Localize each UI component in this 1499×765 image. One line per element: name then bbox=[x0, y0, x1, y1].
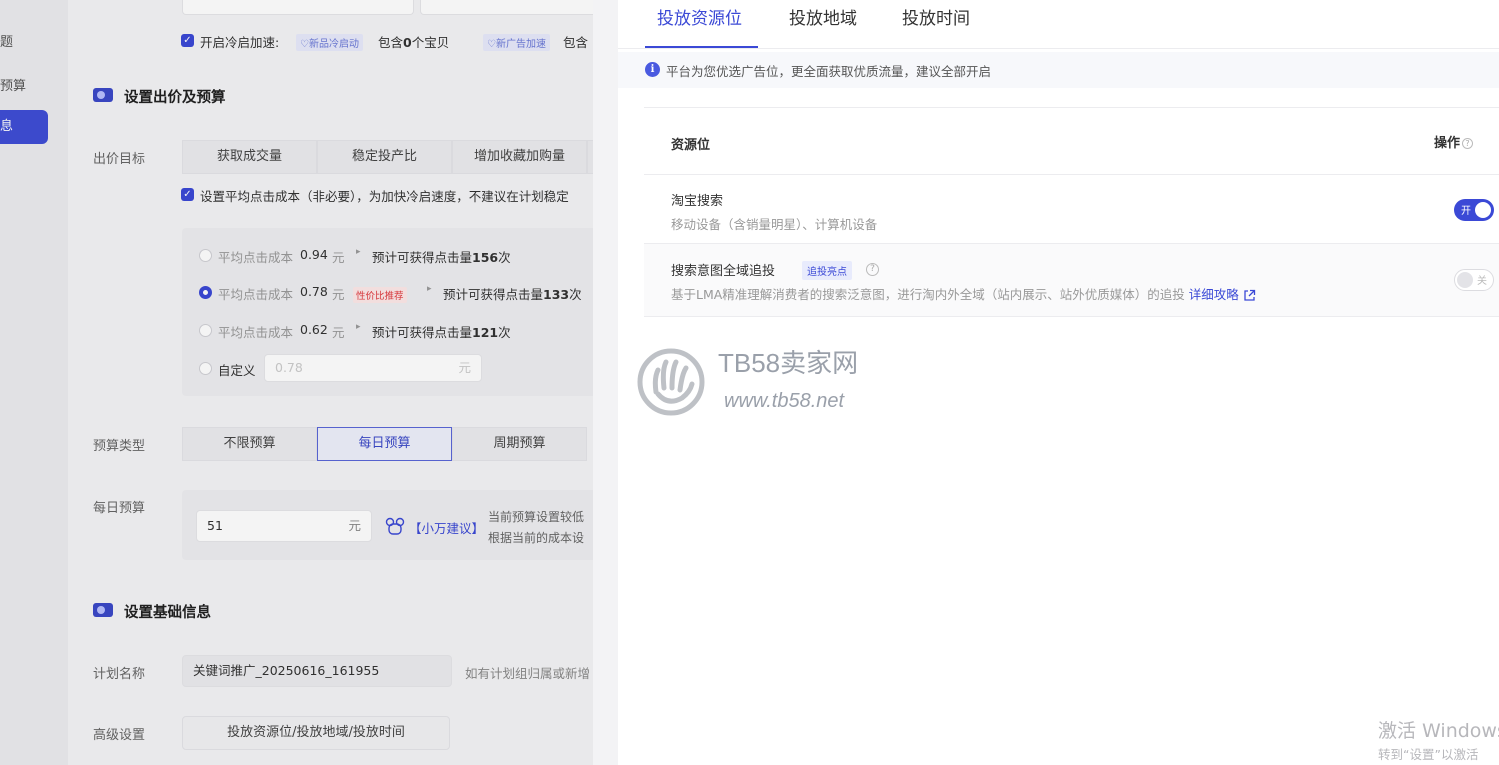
daily-budget-input[interactable]: 51 元 bbox=[196, 510, 372, 542]
windows-activation-subtitle: 转到“设置”以激活 bbox=[1378, 747, 1479, 762]
daily-budget-label: 每日预算 bbox=[93, 501, 146, 516]
budget-type-option-selected[interactable]: 每日预算 bbox=[317, 427, 452, 461]
advanced-settings-button[interactable]: 投放资源位/投放地域/投放时间 bbox=[182, 716, 450, 750]
table-divider bbox=[644, 107, 1499, 108]
tab-resource-position[interactable]: 投放资源位 bbox=[657, 4, 742, 29]
resource-settings-drawer: 投放资源位 投放地域 投放时间 i 平台为您优选广告位，更全面获取优质流量，建议… bbox=[618, 0, 1499, 765]
plan-name-label: 计划名称 bbox=[93, 667, 146, 682]
budget-type-option[interactable]: 周期预算 bbox=[452, 427, 587, 461]
bid-target-option[interactable]: 增加收藏加购量 bbox=[452, 140, 587, 174]
bid-target-option[interactable]: 稳定投产比 bbox=[317, 140, 452, 174]
daily-budget-unit: 元 bbox=[348, 518, 361, 533]
info-icon: i bbox=[645, 62, 660, 77]
arrow-icon: ▸ bbox=[356, 247, 361, 257]
avg-click-cost-checkbox[interactable]: ✓ bbox=[181, 188, 194, 201]
column-header-resource: 资源位 bbox=[671, 138, 711, 153]
left-sidebar: 题 预算 息 bbox=[0, 0, 68, 765]
avg-click-option-unit: 元 bbox=[332, 325, 345, 340]
avg-click-option-unit: 元 bbox=[332, 287, 345, 302]
search-intent-retarget-toggle[interactable]: 关 bbox=[1454, 269, 1494, 291]
advice-line1: 当前预算设置较低 bbox=[488, 510, 585, 524]
taobao-search-toggle[interactable]: 开 bbox=[1454, 199, 1494, 221]
notice-text: 平台为您优选广告位，更全面获取优质流量，建议全部开启 bbox=[666, 64, 992, 79]
sidebar-item-active[interactable]: 息 bbox=[0, 110, 48, 144]
row-description: 基于LMA精准理解消费者的搜索泛意图，进行淘内外全域（站内展示、站外优质媒体）的… bbox=[671, 284, 1256, 303]
plan-name-input[interactable]: 关键词推广_20250616_161955 bbox=[182, 655, 452, 687]
bid-target-option[interactable]: 获取成交量 bbox=[182, 140, 317, 174]
watermark-name: TB58卖家网 bbox=[718, 348, 859, 378]
avg-click-option-unit: 元 bbox=[332, 250, 345, 265]
budget-type-label: 预算类型 bbox=[93, 439, 146, 454]
watermark-url: www.tb58.net bbox=[724, 390, 845, 412]
custom-cost-unit: 元 bbox=[458, 360, 471, 375]
arrow-icon: ▸ bbox=[356, 322, 361, 332]
campaign-form-background: 题 预算 息 ✓ 开启冷启加速: ♡新品冷启动 包含0个宝贝 ♡新广告加速 包含… bbox=[0, 0, 593, 765]
avg-click-option-label: 平均点击成本 bbox=[218, 250, 294, 265]
toggle-knob bbox=[1475, 202, 1491, 218]
custom-radio[interactable] bbox=[199, 362, 212, 375]
bid-target-label: 出价目标 bbox=[93, 152, 146, 167]
watermark-logo-icon bbox=[637, 348, 705, 416]
row-title: 淘宝搜索 bbox=[671, 194, 724, 209]
new-product-count-text: 包含0个宝贝 bbox=[378, 35, 450, 50]
sidebar-item[interactable]: 预算 bbox=[0, 75, 26, 94]
avg-click-option-estimate: 预计可获得点击量156次 bbox=[372, 250, 511, 265]
advice-line2: 根据当前的成本设 bbox=[488, 531, 585, 545]
mascot-icon bbox=[385, 517, 405, 535]
help-icon[interactable]: ? bbox=[1462, 138, 1474, 149]
new-ad-tag: ♡新广告加速 bbox=[483, 34, 550, 51]
external-link-icon[interactable] bbox=[1243, 289, 1256, 302]
avg-click-option-radio[interactable] bbox=[199, 249, 212, 262]
avg-click-option-estimate: 预计可获得点击量133次 bbox=[443, 287, 582, 302]
detail-guide-link[interactable]: 详细攻略 bbox=[1189, 287, 1239, 302]
avg-click-option-label: 平均点击成本 bbox=[218, 287, 294, 302]
value-recommend-tag: 性价比推荐 bbox=[353, 287, 407, 303]
tab-region[interactable]: 投放地域 bbox=[789, 4, 857, 29]
avg-click-option-value: 0.78 bbox=[300, 284, 328, 299]
avg-click-option-radio-selected[interactable] bbox=[199, 286, 212, 299]
cold-start-checkbox[interactable]: ✓ bbox=[181, 34, 194, 47]
section-icon bbox=[93, 603, 113, 617]
custom-cost-placeholder: 0.78 bbox=[275, 360, 303, 375]
custom-label: 自定义 bbox=[218, 363, 256, 378]
toggle-text: 关 bbox=[1477, 276, 1487, 287]
section-icon bbox=[93, 88, 113, 102]
advice-link[interactable]: 【小万建议】 bbox=[409, 518, 484, 537]
custom-cost-input[interactable]: 0.78 元 bbox=[264, 354, 482, 382]
avg-click-option-estimate: 预计可获得点击量121次 bbox=[372, 325, 511, 340]
highlight-tag: 追投亮点 bbox=[802, 261, 852, 280]
help-icon[interactable]: ? bbox=[866, 263, 879, 276]
windows-activation-title: 激活 Windows bbox=[1378, 720, 1499, 742]
table-row bbox=[644, 244, 1499, 316]
daily-budget-value: 51 bbox=[207, 518, 223, 533]
table-divider bbox=[644, 316, 1499, 317]
row-description: 移动设备（含销量明星）、计算机设备 bbox=[671, 217, 878, 232]
tabs-divider bbox=[618, 48, 1499, 49]
arrow-icon: ▸ bbox=[427, 284, 432, 294]
avg-click-option-label: 平均点击成本 bbox=[218, 325, 294, 340]
toggle-knob bbox=[1457, 272, 1473, 288]
sidebar-item-label: 息 bbox=[0, 119, 14, 134]
plan-name-hint: 如有计划组归属或新增 bbox=[465, 666, 591, 681]
cold-start-label: 开启冷启加速: bbox=[200, 35, 280, 50]
advanced-settings-label: 高级设置 bbox=[93, 728, 146, 743]
toggle-text: 开 bbox=[1461, 206, 1471, 217]
avg-click-option-radio[interactable] bbox=[199, 324, 212, 337]
plan-name-value: 关键词推广_20250616_161955 bbox=[193, 663, 380, 678]
column-header-action: 操作? bbox=[1434, 132, 1474, 151]
sidebar-item[interactable]: 题 bbox=[0, 31, 13, 50]
basic-section-title: 设置基础信息 bbox=[124, 605, 211, 621]
truncated-input[interactable] bbox=[182, 0, 414, 15]
avg-click-option-value: 0.62 bbox=[300, 322, 328, 337]
avg-click-cost-text: 设置平均点击成本（非必要），为加快冷启速度，不建议在计划稳定 bbox=[200, 189, 569, 204]
avg-click-option-value: 0.94 bbox=[300, 247, 328, 262]
new-product-tag: ♡新品冷启动 bbox=[296, 34, 363, 51]
bid-section-title: 设置出价及预算 bbox=[124, 90, 226, 106]
budget-type-option[interactable]: 不限预算 bbox=[182, 427, 317, 461]
tab-time[interactable]: 投放时间 bbox=[902, 4, 970, 29]
truncated-input[interactable] bbox=[420, 0, 593, 15]
new-ad-count-text: 包含 bbox=[563, 35, 589, 50]
drawer-gutter bbox=[593, 0, 618, 765]
row-title: 搜索意图全域追投 bbox=[671, 264, 776, 279]
